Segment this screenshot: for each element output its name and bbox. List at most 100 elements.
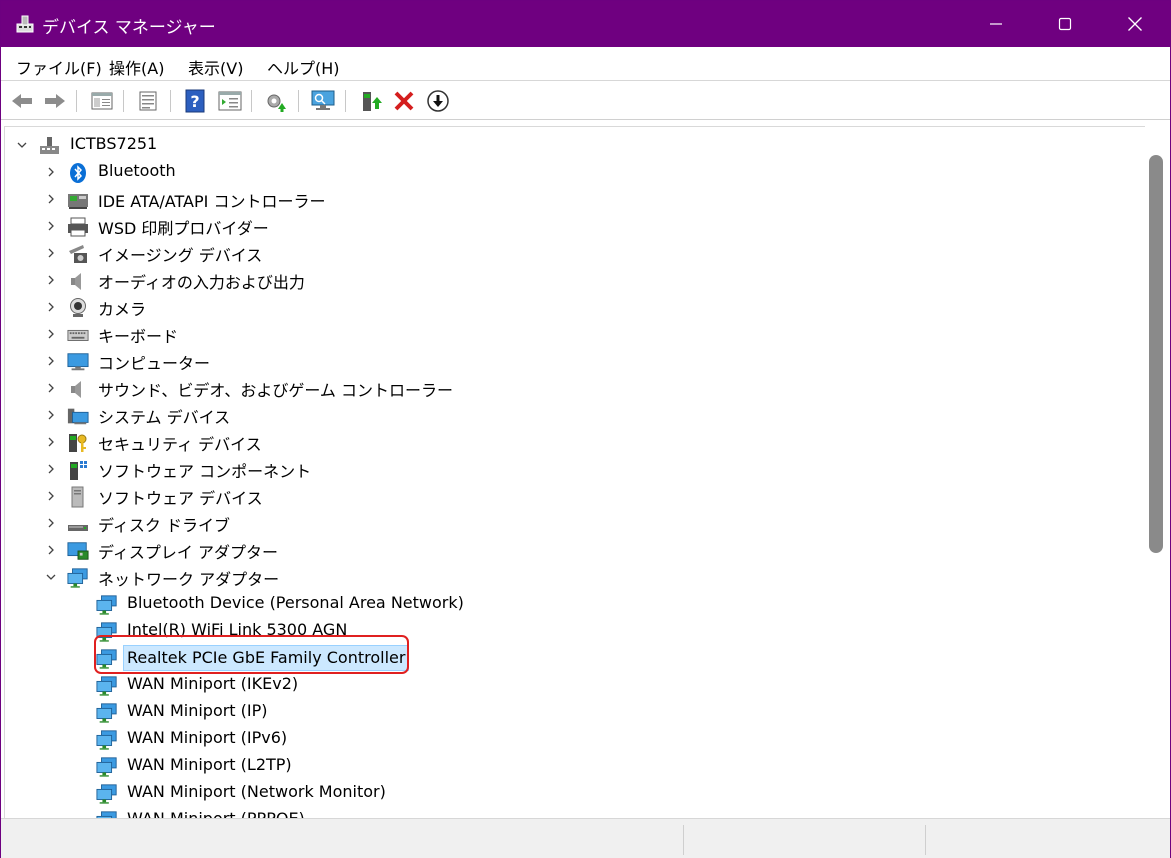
svg-text:?: ? xyxy=(190,92,199,111)
system-device-icon xyxy=(67,408,89,425)
title-bar: デバイス マネージャー xyxy=(1,1,1170,47)
category-label: イメージング デバイス xyxy=(98,246,263,265)
tree-category-audio-io[interactable]: オーディオの入力および出力 xyxy=(5,267,1135,294)
category-label: WSD 印刷プロバイダー xyxy=(98,219,269,238)
category-label: システム デバイス xyxy=(98,408,231,427)
tree-category-camera[interactable]: カメラ xyxy=(5,294,1135,321)
network-adapter-item[interactable]: WAN Miniport (L2TP) xyxy=(5,753,1135,780)
chevron-down-icon[interactable] xyxy=(15,138,29,152)
device-label: WAN Miniport (PPPOE) xyxy=(127,809,305,818)
disable-device-icon xyxy=(427,90,449,112)
enable-device-icon xyxy=(363,92,382,111)
tree-category-disk-drive[interactable]: ディスク ドライブ xyxy=(5,510,1135,537)
chevron-right-icon[interactable] xyxy=(44,408,58,422)
chevron-right-icon[interactable] xyxy=(44,300,58,314)
network-adapter-item[interactable]: WAN Miniport (IPv6) xyxy=(5,726,1135,753)
tree-category-software-device[interactable]: ソフトウェア デバイス xyxy=(5,483,1135,510)
chevron-down-icon[interactable] xyxy=(44,570,58,584)
network-adapter-icon xyxy=(96,595,117,615)
chevron-right-icon[interactable] xyxy=(44,489,58,503)
device-label: WAN Miniport (IPv6) xyxy=(127,728,288,747)
device-tree: ICTBS7251 Bluetooth IDE ATA/ATAPI コントローラ… xyxy=(4,126,1145,818)
tree-category-system[interactable]: システム デバイス xyxy=(5,402,1135,429)
network-adapter-item[interactable]: WAN Miniport (IKEv2) xyxy=(5,672,1135,699)
device-manager-window: デバイス マネージャー ファイル(F) 操作(A) 表示(V) ヘルプ(H) ?… xyxy=(0,0,1171,858)
computer-root-icon xyxy=(40,137,59,154)
tree-category-keyboard[interactable]: キーボード xyxy=(5,321,1135,348)
category-label: ディスク ドライブ xyxy=(98,516,230,535)
maximize-button[interactable] xyxy=(1030,1,1100,47)
back-button[interactable] xyxy=(9,88,35,114)
chevron-right-icon[interactable] xyxy=(44,327,58,341)
tree-category-software-component[interactable]: ソフトウェア コンポーネント xyxy=(5,456,1135,483)
uninstall-device-button[interactable] xyxy=(391,88,417,114)
update-driver-button[interactable] xyxy=(263,88,289,114)
update-driver-icon xyxy=(267,94,286,112)
chevron-right-icon[interactable] xyxy=(44,543,58,557)
category-label: ソフトウェア コンポーネント xyxy=(98,462,312,481)
display-adapter-icon xyxy=(67,542,89,560)
chevron-right-icon[interactable] xyxy=(44,435,58,449)
view-button[interactable] xyxy=(217,88,243,114)
scrollbar-thumb[interactable] xyxy=(1149,155,1163,553)
show-hide-console-tree-button[interactable] xyxy=(89,88,115,114)
close-button[interactable] xyxy=(1100,1,1170,47)
category-label: コンピューター xyxy=(98,354,211,373)
tree-category-ide[interactable]: IDE ATA/ATAPI コントローラー xyxy=(5,186,1135,213)
network-adapter-icon xyxy=(96,730,117,750)
category-label: ネットワーク アダプター xyxy=(98,570,280,589)
software-device-icon xyxy=(71,486,84,508)
tree-root-label: ICTBS7251 xyxy=(70,134,158,153)
menu-file[interactable]: ファイル(F) xyxy=(16,55,102,79)
tree-category-network-adapter[interactable]: ネットワーク アダプター xyxy=(5,564,1135,591)
tree-category-sound-video-game[interactable]: サウンド、ビデオ、およびゲーム コントローラー xyxy=(5,375,1135,402)
chevron-right-icon[interactable] xyxy=(44,219,58,233)
network-adapter-item[interactable]: WAN Miniport (PPPOE) xyxy=(5,807,1135,818)
help-button[interactable]: ? xyxy=(182,88,208,114)
scan-hardware-button[interactable] xyxy=(310,88,336,114)
bluetooth-icon xyxy=(70,163,86,183)
chevron-right-icon[interactable] xyxy=(44,165,58,179)
device-label: WAN Miniport (IKEv2) xyxy=(127,674,299,693)
help-icon: ? xyxy=(185,89,205,113)
menu-action[interactable]: 操作(A) xyxy=(109,55,164,79)
security-device-icon xyxy=(69,434,87,452)
menu-help[interactable]: ヘルプ(H) xyxy=(267,55,340,79)
back-arrow-icon xyxy=(12,94,32,108)
chevron-right-icon[interactable] xyxy=(44,354,58,368)
chevron-right-icon[interactable] xyxy=(44,192,58,206)
chevron-right-icon[interactable] xyxy=(44,381,58,395)
forward-button[interactable] xyxy=(42,88,68,114)
chevron-right-icon[interactable] xyxy=(44,516,58,530)
scan-hardware-icon xyxy=(311,90,335,110)
minimize-button[interactable] xyxy=(961,1,1031,47)
network-adapter-icon xyxy=(96,811,117,818)
network-adapter-icon xyxy=(96,757,117,777)
status-bar xyxy=(1,818,1170,858)
tree-category-bluetooth[interactable]: Bluetooth xyxy=(5,159,1135,186)
uninstall-device-icon xyxy=(394,91,414,111)
tree-category-display-adapter[interactable]: ディスプレイ アダプター xyxy=(5,537,1135,564)
tree-category-security[interactable]: セキュリティ デバイス xyxy=(5,429,1135,456)
category-label: オーディオの入力および出力 xyxy=(98,273,305,292)
minimize-icon xyxy=(990,23,1002,25)
network-adapter-item[interactable]: WAN Miniport (Network Monitor) xyxy=(5,780,1135,807)
network-adapter-item[interactable]: WAN Miniport (IP) xyxy=(5,699,1135,726)
network-adapter-item[interactable]: Bluetooth Device (Personal Area Network) xyxy=(5,591,1135,618)
chevron-right-icon[interactable] xyxy=(44,462,58,476)
enable-device-button[interactable] xyxy=(358,88,384,114)
selection-highlight-box xyxy=(94,635,409,674)
tree-category-computer[interactable]: コンピューター xyxy=(5,348,1135,375)
category-label: Bluetooth xyxy=(98,161,176,180)
network-adapter-icon xyxy=(96,676,117,696)
tree-category-wsd-print[interactable]: WSD 印刷プロバイダー xyxy=(5,213,1135,240)
disable-device-button[interactable] xyxy=(425,88,451,114)
chevron-right-icon[interactable] xyxy=(44,273,58,287)
tree-root[interactable]: ICTBS7251 xyxy=(5,132,1135,159)
toolbar: ? xyxy=(1,82,1170,120)
menu-view[interactable]: 表示(V) xyxy=(188,55,243,79)
chevron-right-icon[interactable] xyxy=(44,246,58,260)
properties-button[interactable] xyxy=(135,88,161,114)
device-label: WAN Miniport (L2TP) xyxy=(127,755,292,774)
tree-category-imaging[interactable]: イメージング デバイス xyxy=(5,240,1135,267)
